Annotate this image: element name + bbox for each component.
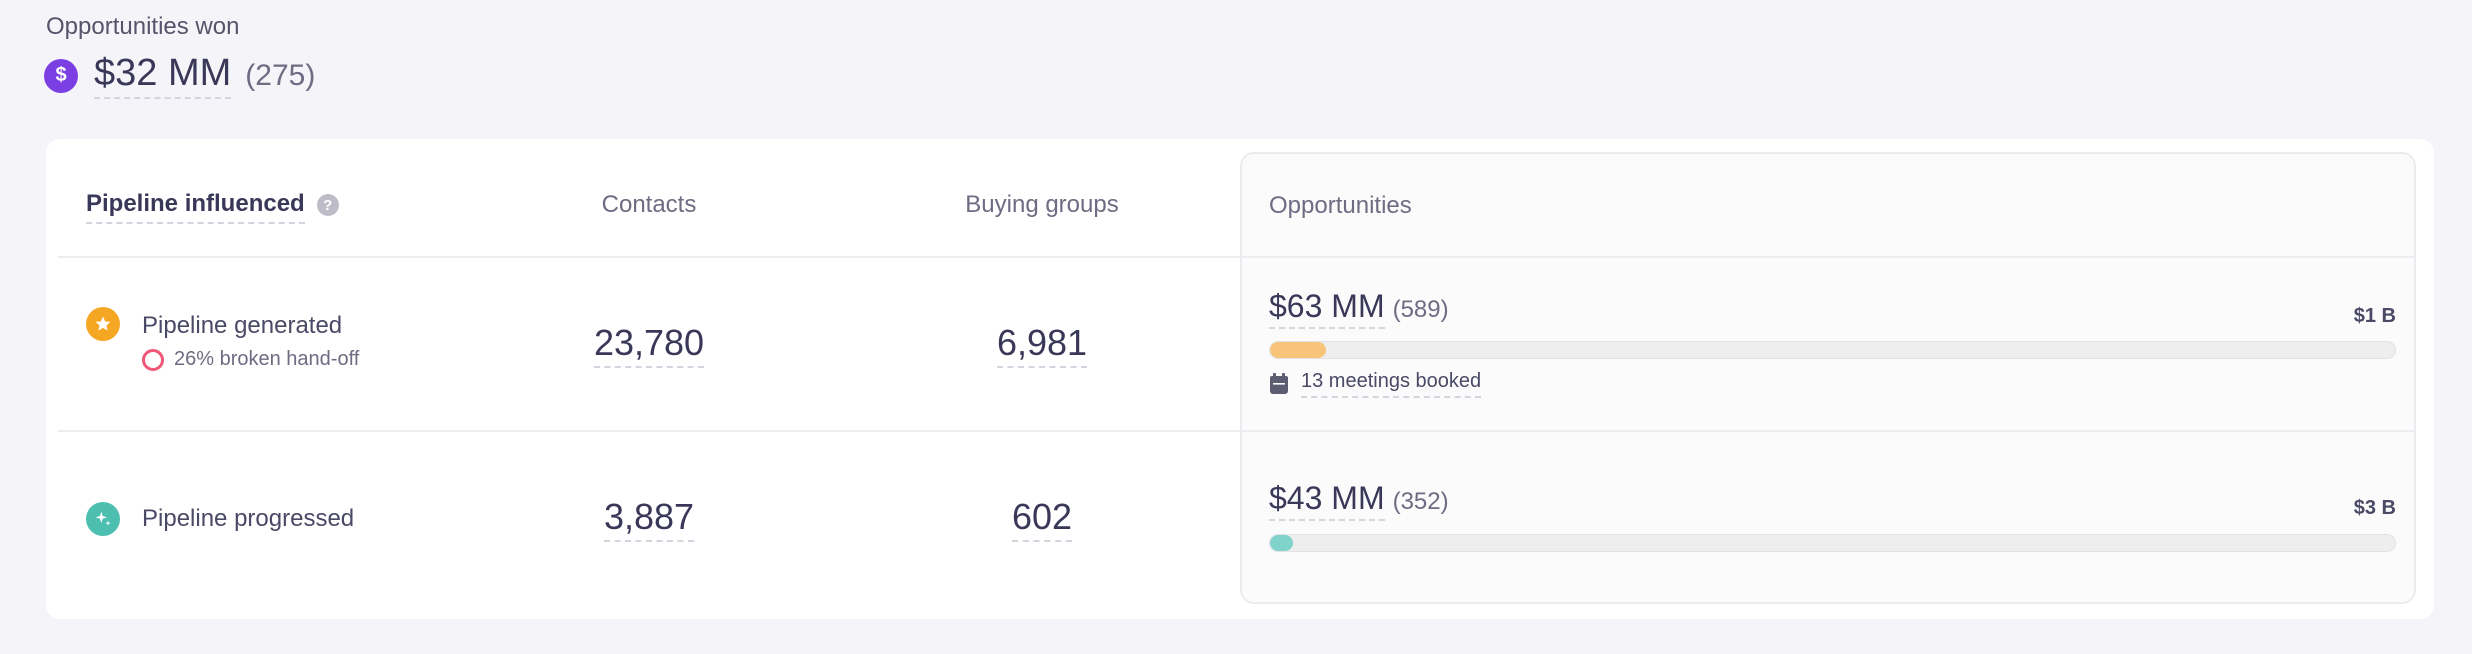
pipeline-generated-buying-groups[interactable]: 6,981 [892, 322, 1192, 368]
pipeline-progressed-opportunities: $43 MM (352) [1269, 480, 1449, 521]
meetings-booked[interactable]: 13 meetings booked [1269, 370, 1482, 398]
opportunity-max: $1 B [2353, 305, 2396, 327]
buying-groups-value: 602 [1011, 496, 1073, 542]
opportunities-won-amount[interactable]: $32 MM [94, 52, 232, 99]
pipeline-progressed-progress-bar [1269, 534, 2396, 552]
calendar-icon [1270, 373, 1288, 394]
pipeline-progressed-contacts[interactable]: 3,887 [499, 496, 799, 542]
opportunities-won-count: (275) [245, 58, 316, 92]
help-icon[interactable]: ? [316, 194, 339, 216]
broken-handoff-indicator[interactable]: 26% broken hand-off [142, 348, 359, 371]
opportunities-header: Opportunities [1269, 192, 1412, 219]
opportunities-won-label: Opportunities won [46, 13, 240, 40]
pipeline-progressed-row-label: Pipeline progressed [86, 502, 354, 536]
pipeline-generated-progress-bar [1269, 341, 2396, 359]
opportunity-count: (352) [1392, 488, 1449, 515]
row-divider-opportunities [1242, 430, 2414, 432]
buying-groups-value: 6,981 [996, 322, 1088, 368]
contacts-value: 23,780 [593, 322, 705, 368]
pipeline-generated-title: Pipeline generated [142, 312, 343, 339]
buying-groups-header: Buying groups [965, 191, 1119, 218]
pipeline-generated-opportunities: $63 MM (589) [1269, 288, 1449, 329]
contacts-value: 3,887 [603, 496, 695, 542]
pipeline-generated-row-label: Pipeline generated 26% broken hand-off [86, 306, 359, 371]
star-icon [86, 306, 120, 341]
pipeline-influenced-label[interactable]: Pipeline influenced [86, 190, 305, 224]
progress-bar-fill [1270, 342, 1327, 358]
opportunities-won-summary: $ $32 MM (275) [44, 52, 315, 99]
opportunity-max: $3 B [2353, 497, 2396, 519]
pipeline-influenced-header: Pipeline influenced ? [86, 190, 339, 224]
header-divider [58, 256, 1240, 258]
dollar-icon: $ [44, 58, 78, 93]
row-divider [58, 430, 1240, 432]
opportunity-amount[interactable]: $63 MM [1269, 288, 1385, 329]
broken-handoff-text: 26% broken hand-off [174, 348, 360, 370]
pipeline-progressed-title: Pipeline progressed [142, 505, 355, 532]
meetings-booked-label: 13 meetings booked [1301, 370, 1482, 398]
sparkle-icon [86, 502, 120, 536]
pipeline-progressed-buying-groups[interactable]: 602 [892, 496, 1192, 542]
opportunity-amount[interactable]: $43 MM [1269, 480, 1385, 521]
contacts-header: Contacts [601, 191, 697, 218]
header-divider-opportunities [1242, 256, 2414, 258]
progress-bar-fill [1270, 535, 1293, 551]
ring-icon [142, 348, 164, 371]
pipeline-generated-contacts[interactable]: 23,780 [499, 322, 799, 368]
opportunity-count: (589) [1392, 296, 1449, 323]
